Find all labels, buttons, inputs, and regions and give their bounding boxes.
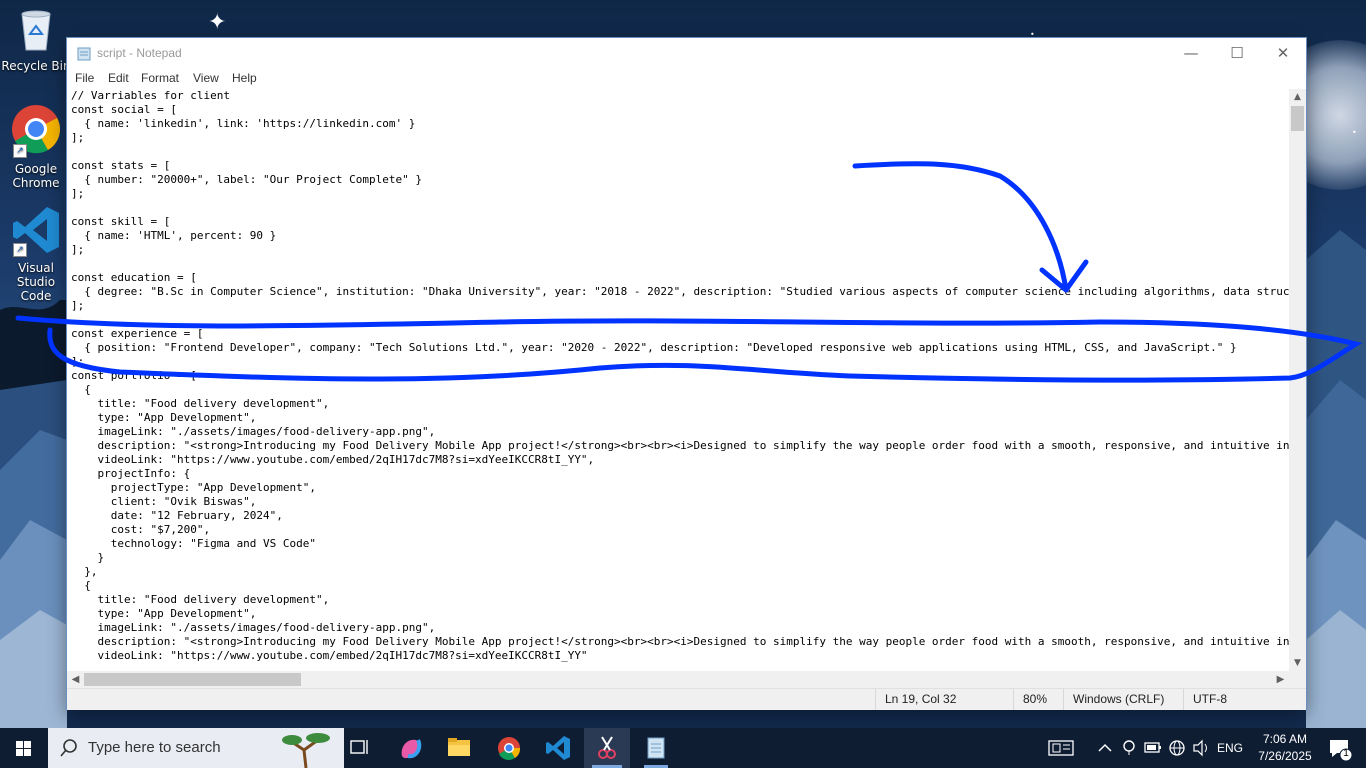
text-editor[interactable]: // Varriables for client const social = … xyxy=(67,89,1289,671)
notification-icon xyxy=(1330,740,1353,762)
window-title: script - Notepad xyxy=(97,46,182,60)
notification-button[interactable]: 1 xyxy=(1320,728,1360,768)
network-button[interactable] xyxy=(1166,728,1188,768)
scrollbar-corner xyxy=(1289,671,1306,688)
line-ending: Windows (CRLF) xyxy=(1073,692,1165,706)
widgets-button[interactable] xyxy=(1044,728,1078,768)
desktop-icon-google-chrome[interactable]: ↗ Google Chrome xyxy=(0,104,72,190)
file-explorer-button[interactable] xyxy=(438,728,480,768)
taskbar: Type here to search ENG 7:06 AM 7/26/202… xyxy=(0,728,1366,768)
minimize-button[interactable]: — xyxy=(1168,38,1214,68)
horizontal-scrollbar[interactable]: ◀ ▶ xyxy=(67,671,1289,688)
copilot-icon xyxy=(401,739,422,759)
scroll-left-icon[interactable]: ◀ xyxy=(67,671,84,688)
vertical-scroll-thumb[interactable] xyxy=(1291,106,1304,131)
close-button[interactable]: ✕ xyxy=(1260,38,1306,68)
menu-edit[interactable]: Edit xyxy=(108,71,129,85)
news-widget-icon xyxy=(1048,740,1074,756)
windows-icon xyxy=(16,741,31,756)
search-placeholder: Type here to search xyxy=(88,739,221,756)
taskbar-search-box[interactable]: Type here to search xyxy=(48,728,344,768)
start-button[interactable] xyxy=(0,728,48,768)
desktop-icon-vscode[interactable]: ↗ Visual Studio Code xyxy=(0,205,72,303)
clock[interactable]: 7:06 AM 7/26/2025 xyxy=(1252,732,1318,766)
battery-button[interactable] xyxy=(1142,728,1164,768)
encoding: UTF-8 xyxy=(1193,692,1227,706)
menu-view[interactable]: View xyxy=(193,71,219,85)
clock-date: 7/26/2025 xyxy=(1258,749,1312,763)
code-text[interactable]: // Varriables for client const social = … xyxy=(67,89,1289,663)
bonsai-decoration-icon xyxy=(282,733,330,768)
shortcut-arrow-icon: ↗ xyxy=(13,144,27,158)
speaker-icon xyxy=(1193,739,1207,757)
menu-bar: File Edit Format View Help xyxy=(67,68,1306,88)
snipping-tool-icon xyxy=(598,736,616,759)
zoom-level: 80% xyxy=(1023,692,1048,706)
vscode-icon xyxy=(546,736,570,760)
desktop-icon-label: Visual Studio Code xyxy=(16,261,56,303)
status-bar: Ln 19, Col 32 80% Windows (CRLF) UTF-8 xyxy=(67,688,1306,710)
copilot-button[interactable] xyxy=(390,728,430,768)
vertical-scrollbar[interactable]: ▲ ▼ xyxy=(1289,89,1306,671)
show-hidden-icons-button[interactable] xyxy=(1094,728,1116,768)
menu-help[interactable]: Help xyxy=(232,71,257,85)
volume-button[interactable] xyxy=(1190,728,1212,768)
menu-format[interactable]: Format xyxy=(141,71,179,85)
notepad-icon xyxy=(647,737,665,759)
title-bar[interactable]: script - Notepad — ☐ ✕ xyxy=(67,38,1306,68)
scroll-down-icon[interactable]: ▼ xyxy=(1289,655,1306,671)
notepad-taskbar-button[interactable] xyxy=(634,728,678,768)
scroll-right-icon[interactable]: ▶ xyxy=(1272,671,1289,688)
clock-time: 7:06 AM xyxy=(1262,732,1308,746)
scroll-up-icon[interactable]: ▲ xyxy=(1289,89,1306,105)
cursor-position: Ln 19, Col 32 xyxy=(885,692,957,706)
maximize-button[interactable]: ☐ xyxy=(1214,38,1260,68)
horizontal-scroll-thumb[interactable] xyxy=(84,673,301,686)
chevron-up-icon xyxy=(1098,743,1112,752)
file-explorer-icon xyxy=(448,738,470,756)
chrome-taskbar-button[interactable] xyxy=(488,728,530,768)
task-view-button[interactable] xyxy=(344,728,376,768)
task-view-icon xyxy=(350,740,368,754)
meet-now-button[interactable] xyxy=(1118,728,1140,768)
notepad-icon xyxy=(77,47,91,61)
battery-icon xyxy=(1144,742,1161,753)
search-icon xyxy=(60,739,77,757)
desktop-icon-label: Recycle Bin xyxy=(1,59,71,73)
language-indicator[interactable]: ENG xyxy=(1214,741,1246,755)
shortcut-arrow-icon: ↗ xyxy=(13,243,27,257)
webcam-icon xyxy=(1123,740,1135,755)
vscode-taskbar-button[interactable] xyxy=(536,728,580,768)
desktop-icon-recycle-bin[interactable]: Recycle Bin xyxy=(0,6,72,73)
notification-badge: 1 xyxy=(1343,748,1349,759)
snipping-tool-taskbar-button[interactable] xyxy=(584,728,630,768)
chrome-icon xyxy=(498,737,521,760)
menu-file[interactable]: File xyxy=(75,71,94,85)
notepad-window: script - Notepad — ☐ ✕ File Edit Format … xyxy=(67,38,1306,710)
globe-icon xyxy=(1169,740,1185,756)
recycle-bin-icon xyxy=(21,10,51,51)
desktop-icon-label: Google Chrome xyxy=(12,162,60,190)
